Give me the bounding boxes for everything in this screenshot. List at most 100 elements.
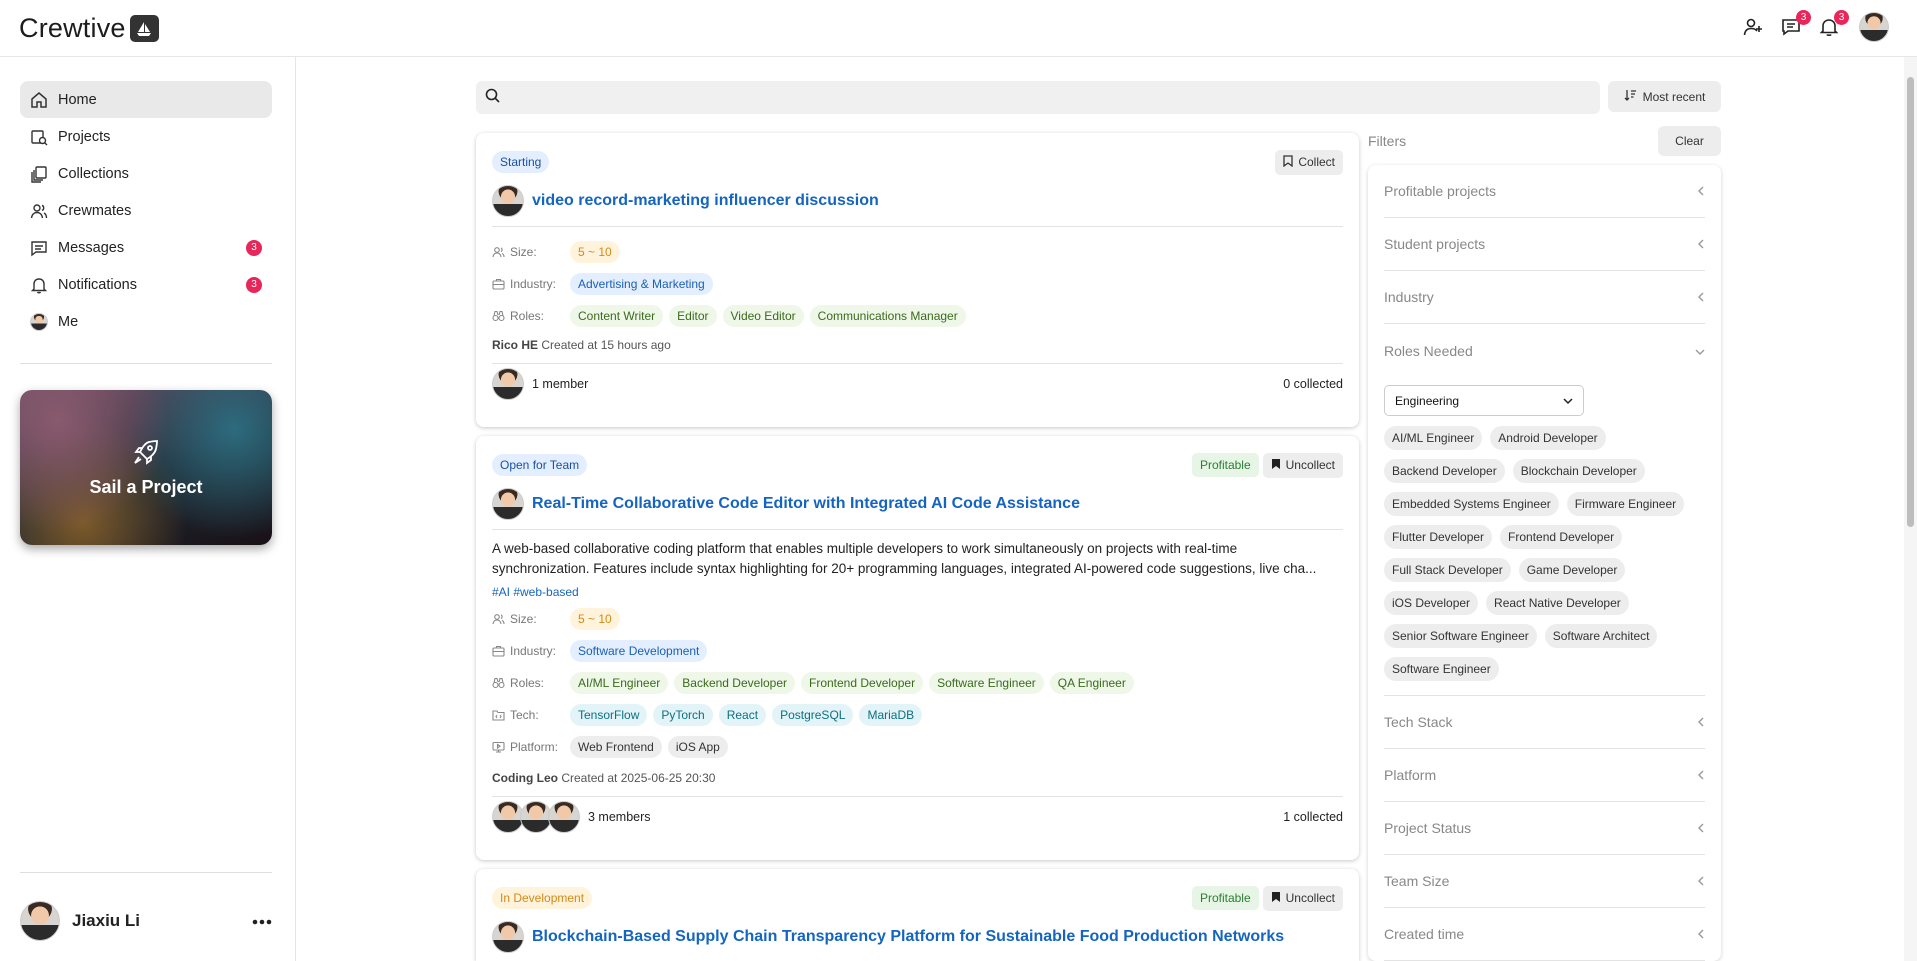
collected-count: 1 collected <box>1283 810 1343 824</box>
creator-name[interactable]: Rico HE <box>492 338 538 352</box>
filter-profitable[interactable]: Profitable projects <box>1384 165 1705 218</box>
filter-platform[interactable]: Platform <box>1384 749 1705 802</box>
role-option[interactable]: Embedded Systems Engineer <box>1384 492 1559 516</box>
role-chip: Software Engineer <box>929 672 1044 694</box>
created-time: Created at 15 hours ago <box>541 338 671 352</box>
sidebar-item-crewmates[interactable]: Crewmates <box>20 192 272 229</box>
roles-label: Roles: <box>492 309 570 323</box>
sail-project-button[interactable]: Sail a Project <box>20 390 272 545</box>
role-options: AI/ML Engineer Android Developer Backend… <box>1384 426 1705 696</box>
sidebar-divider <box>20 872 272 873</box>
sidebar-item-notifications[interactable]: Notifications 3 <box>20 266 272 303</box>
sidebar-item-collections[interactable]: Collections <box>20 155 272 192</box>
role-option[interactable]: Backend Developer <box>1384 459 1505 483</box>
member-count: 3 members <box>588 810 651 824</box>
role-option[interactable]: Software Engineer <box>1384 657 1499 681</box>
sidebar-item-home[interactable]: Home <box>20 81 272 118</box>
filter-tech-stack[interactable]: Tech Stack <box>1384 696 1705 749</box>
home-icon <box>30 91 48 109</box>
project-title[interactable]: Real-Time Collaborative Code Editor with… <box>532 495 1080 513</box>
messages-badge: 3 <box>1796 10 1811 25</box>
user-profile[interactable]: Jiaxiu Li <box>20 896 272 946</box>
sort-icon <box>1624 89 1637 104</box>
tech-chip: MariaDB <box>859 704 923 726</box>
add-crewmate-icon[interactable] <box>1741 15 1765 39</box>
role-option[interactable]: AI/ML Engineer <box>1384 426 1483 450</box>
sidebar-item-me[interactable]: Me <box>20 303 272 340</box>
industry-label: Industry: <box>492 644 570 658</box>
page-scrollbar[interactable] <box>1904 57 1917 961</box>
messages-icon[interactable]: 3 <box>1779 10 1811 39</box>
filter-roles-needed[interactable]: Roles Needed <box>1384 324 1705 377</box>
role-option[interactable]: Senior Software Engineer <box>1384 624 1537 648</box>
collect-label: Collect <box>1298 155 1335 169</box>
filter-industry[interactable]: Industry <box>1384 271 1705 324</box>
sail-project-label: Sail a Project <box>89 476 203 497</box>
role-option[interactable]: Blockchain Developer <box>1512 459 1645 483</box>
uncollect-button[interactable]: Uncollect <box>1262 452 1343 478</box>
bookmark-icon <box>1283 154 1293 170</box>
industry-label: Industry: <box>492 277 570 291</box>
user-avatar[interactable] <box>1859 12 1889 42</box>
role-category-select[interactable]: Engineering <box>1384 385 1584 416</box>
platform-chip: Web Frontend <box>570 736 662 758</box>
sidebar-item-projects[interactable]: Projects <box>20 118 272 155</box>
tech-chip: PostgreSQL <box>772 704 854 726</box>
role-chip: Content Writer <box>570 305 664 327</box>
created-time: Created at 2025-06-25 20:30 <box>561 771 716 785</box>
sidebar-item-label: Messages <box>58 239 125 256</box>
bookmark-filled-icon <box>1271 891 1281 906</box>
profitable-badge: Profitable <box>1191 453 1259 477</box>
scrollbar-thumb[interactable] <box>1907 77 1914 527</box>
app-logo[interactable]: Crewtive <box>19 13 159 44</box>
filter-student[interactable]: Student projects <box>1384 218 1705 271</box>
roles-label: Roles: <box>492 676 570 690</box>
project-card[interactable]: Open for Team Profitable Uncollect Real-… <box>476 436 1359 860</box>
filter-created-time[interactable]: Created time <box>1384 908 1705 961</box>
sort-button[interactable]: Most recent <box>1608 81 1721 112</box>
chevron-left-icon <box>1697 820 1705 836</box>
project-tags[interactable]: #AI #web-based <box>492 585 1343 603</box>
search-bar[interactable] <box>476 81 1600 114</box>
uncollect-button[interactable]: Uncollect <box>1262 885 1343 911</box>
creator-name[interactable]: Coding Leo <box>492 771 558 785</box>
sidebar-item-label: Crewmates <box>58 202 132 219</box>
chevron-left-icon <box>1697 236 1705 252</box>
project-card[interactable]: In Development Profitable Uncollect Bloc… <box>476 869 1359 961</box>
sidebar-item-messages[interactable]: Messages 3 <box>20 229 272 266</box>
collected-count: 0 collected <box>1283 377 1343 391</box>
search-input[interactable] <box>508 89 1600 106</box>
chevron-left-icon <box>1697 714 1705 730</box>
notifications-icon[interactable]: 3 <box>1817 10 1849 39</box>
messages-icon <box>30 239 48 257</box>
project-title[interactable]: Blockchain-Based Supply Chain Transparen… <box>532 928 1284 946</box>
collect-button[interactable]: Collect <box>1275 149 1343 175</box>
role-option[interactable]: Game Developer <box>1518 558 1626 582</box>
role-option[interactable]: Flutter Developer <box>1384 525 1493 549</box>
role-option[interactable]: Frontend Developer <box>1500 525 1623 549</box>
collections-icon <box>30 165 48 183</box>
app-name: Crewtive <box>19 13 126 43</box>
platform-label: Platform: <box>492 740 570 754</box>
role-chip: Backend Developer <box>674 672 795 694</box>
filters-header: Filters Clear <box>1368 126 1721 156</box>
sidebar-item-label: Collections <box>58 165 129 182</box>
role-option[interactable]: Firmware Engineer <box>1566 492 1685 516</box>
filter-project-status[interactable]: Project Status <box>1384 802 1705 855</box>
role-option[interactable]: iOS Developer <box>1384 591 1479 615</box>
profitable-badge: Profitable <box>1191 886 1259 910</box>
role-option[interactable]: Android Developer <box>1490 426 1606 450</box>
filter-team-size[interactable]: Team Size <box>1384 855 1705 908</box>
clear-filters-button[interactable]: Clear <box>1658 126 1721 156</box>
bell-icon <box>30 276 48 294</box>
role-option[interactable]: Software Architect <box>1544 624 1658 648</box>
project-card[interactable]: Starting Collect video record-marketing … <box>476 133 1359 427</box>
collect-label: Uncollect <box>1285 458 1335 472</box>
filters-panel: Profitable projects Student projects Ind… <box>1368 165 1721 961</box>
crewmates-icon <box>30 202 48 220</box>
status-badge: Open for Team <box>492 454 588 476</box>
project-title[interactable]: video record-marketing influencer discus… <box>532 192 879 210</box>
more-options-icon[interactable] <box>252 912 272 930</box>
role-option[interactable]: React Native Developer <box>1486 591 1629 615</box>
role-option[interactable]: Full Stack Developer <box>1384 558 1511 582</box>
